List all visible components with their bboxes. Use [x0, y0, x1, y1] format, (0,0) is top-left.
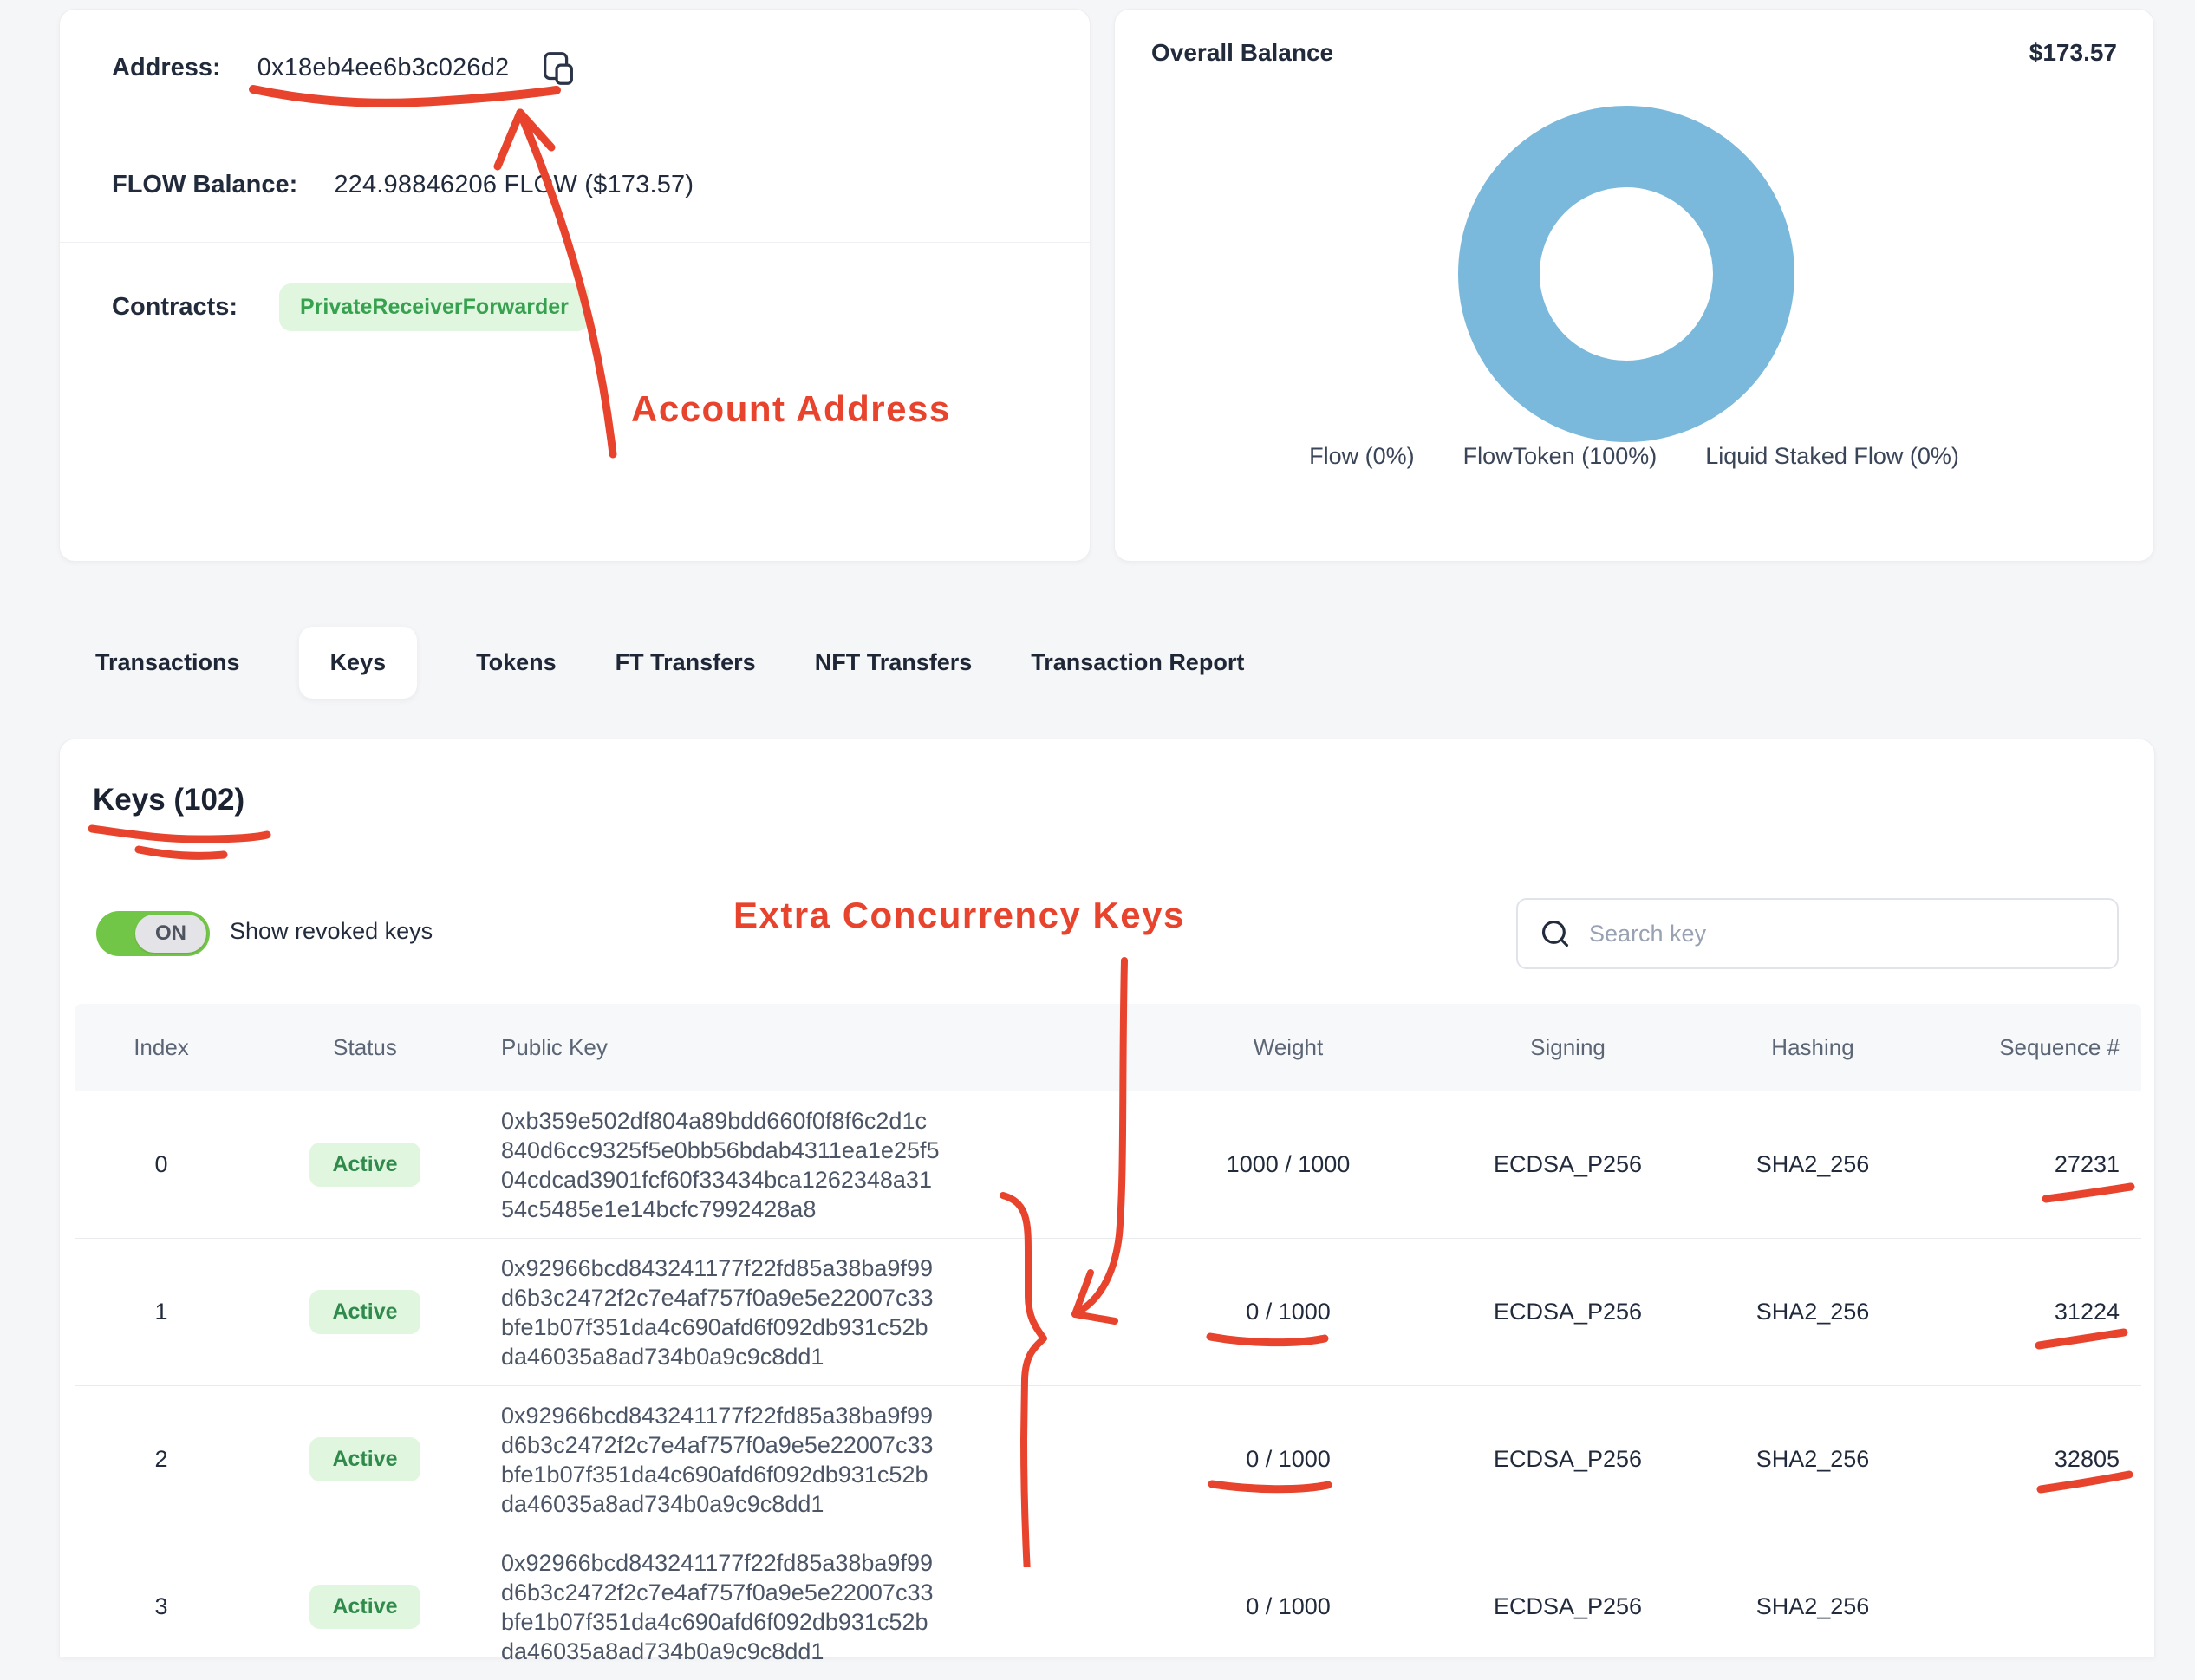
address-value: 0x18eb4ee6b3c026d2 [257, 54, 510, 82]
col-sequence: Sequence # [1912, 1034, 2140, 1061]
key-sequence: 32805 [1912, 1446, 2140, 1473]
key-hashing: SHA2_256 [1713, 1299, 1912, 1325]
col-signing: Signing [1423, 1034, 1713, 1061]
legend-liquid-staked: Liquid Staked Flow (0%) [1705, 443, 1959, 470]
key-index: 1 [75, 1299, 248, 1325]
key-signing: ECDSA_P256 [1423, 1299, 1713, 1325]
tab-ft-transfers[interactable]: FT Transfers [616, 649, 756, 676]
keys-table: Index Status Public Key Weight Signing H… [75, 1004, 2141, 1680]
key-signing: ECDSA_P256 [1423, 1151, 1713, 1178]
show-revoked-label: Show revoked keys [230, 918, 433, 945]
overall-balance-title: Overall Balance [1151, 39, 1333, 67]
key-signing: ECDSA_P256 [1423, 1593, 1713, 1620]
contracts-row: Contracts: PrivateReceiverForwarder [60, 242, 1090, 372]
public-key: 0x92966bcd843241177f22fd85a38ba9f99 d6b3… [482, 1253, 1154, 1371]
tab-tokens[interactable]: Tokens [476, 649, 557, 676]
col-weight: Weight [1154, 1034, 1423, 1061]
legend-flow: Flow (0%) [1309, 443, 1415, 470]
keys-table-header: Index Status Public Key Weight Signing H… [75, 1004, 2141, 1091]
key-signing: ECDSA_P256 [1423, 1446, 1713, 1473]
key-row-1: 1 Active 0x92966bcd843241177f22fd85a38ba… [75, 1239, 2141, 1386]
key-index: 2 [75, 1446, 248, 1473]
tab-transactions[interactable]: Transactions [95, 649, 240, 676]
balance-donut-chart [1453, 101, 1800, 447]
status-badge: Active [309, 1585, 420, 1629]
key-row-3: 3 Active 0x92966bcd843241177f22fd85a38ba… [75, 1533, 2141, 1680]
search-icon [1539, 917, 1572, 950]
search-key-box [1516, 898, 2119, 969]
status-badge: Active [309, 1143, 420, 1187]
tab-transaction-report[interactable]: Transaction Report [1031, 649, 1244, 676]
address-label: Address: [112, 54, 221, 82]
keys-panel: Keys (102) ON Show revoked keys Index St… [59, 739, 2155, 1657]
tab-keys[interactable]: Keys [299, 627, 418, 699]
overall-balance-amount: $173.57 [2029, 39, 2117, 67]
copy-icon[interactable] [538, 48, 578, 89]
col-index: Index [75, 1034, 248, 1061]
key-sequence: 27231 [1912, 1151, 2140, 1178]
status-badge: Active [309, 1437, 420, 1481]
address-row: Address: 0x18eb4ee6b3c026d2 [60, 10, 1090, 127]
flow-balance-row: FLOW Balance: 224.98846206 FLOW ($173.57… [60, 127, 1090, 242]
key-row-0: 0 Active 0xb359e502df804a89bdd660f0f8f6c… [75, 1091, 2141, 1239]
key-index: 3 [75, 1593, 248, 1620]
key-sequence: 31224 [1912, 1299, 2140, 1325]
col-public-key: Public Key [482, 1034, 1154, 1061]
key-hashing: SHA2_256 [1713, 1151, 1912, 1178]
legend-flowtoken: FlowToken (100%) [1463, 443, 1658, 470]
key-weight: 0 / 1000 [1154, 1446, 1423, 1473]
donut-legend: Flow (0%) FlowToken (100%) Liquid Staked… [1115, 443, 2153, 470]
tab-nft-transfers[interactable]: NFT Transfers [815, 649, 973, 676]
key-row-2: 2 Active 0x92966bcd843241177f22fd85a38ba… [75, 1386, 2141, 1533]
overall-balance-card: Overall Balance $173.57 Flow (0%) FlowTo… [1114, 9, 2154, 562]
show-revoked-toggle[interactable]: ON [96, 911, 210, 956]
key-hashing: SHA2_256 [1713, 1446, 1912, 1473]
public-key: 0x92966bcd843241177f22fd85a38ba9f99 d6b3… [482, 1401, 1154, 1519]
flow-balance-label: FLOW Balance: [112, 171, 297, 199]
status-badge: Active [309, 1290, 420, 1334]
keys-title: Keys (102) [93, 783, 244, 817]
col-hashing: Hashing [1713, 1034, 1912, 1061]
flow-balance-value: 224.98846206 FLOW ($173.57) [334, 171, 694, 199]
col-status: Status [248, 1034, 482, 1061]
account-summary-card: Address: 0x18eb4ee6b3c026d2 FLOW Balance… [59, 9, 1091, 562]
public-key: 0x92966bcd843241177f22fd85a38ba9f99 d6b3… [482, 1548, 1154, 1666]
key-hashing: SHA2_256 [1713, 1593, 1912, 1620]
toggle-knob: ON [135, 915, 206, 953]
key-index: 0 [75, 1151, 248, 1178]
key-weight: 0 / 1000 [1154, 1299, 1423, 1325]
public-key: 0xb359e502df804a89bdd660f0f8f6c2d1c 840d… [482, 1106, 1154, 1224]
contract-badge[interactable]: PrivateReceiverForwarder [279, 283, 589, 331]
contracts-label: Contracts: [112, 293, 238, 322]
key-weight: 0 / 1000 [1154, 1593, 1423, 1620]
account-tabs: Transactions Keys Tokens FT Transfers NF… [95, 622, 1244, 702]
search-key-input[interactable] [1587, 920, 2096, 948]
key-weight: 1000 / 1000 [1154, 1151, 1423, 1178]
